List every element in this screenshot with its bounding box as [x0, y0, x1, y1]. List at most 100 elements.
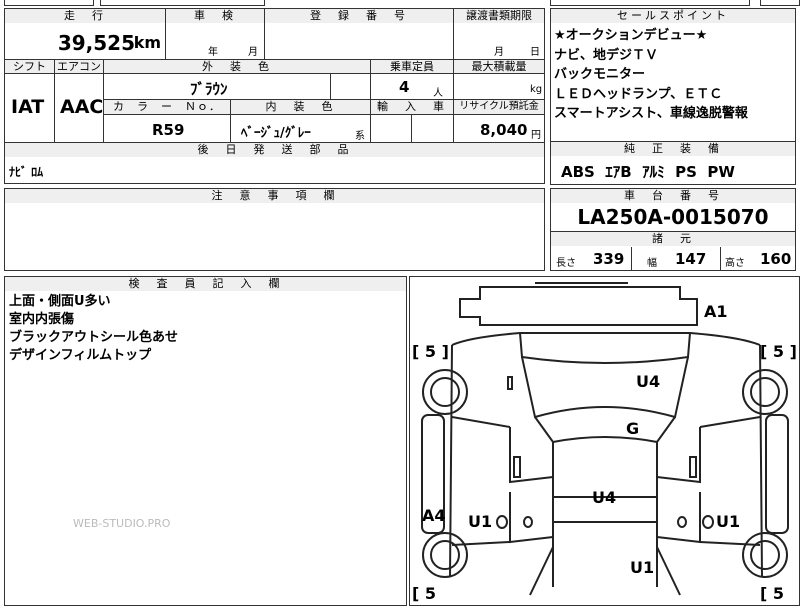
bracket-left-top: [ 5 ]: [412, 342, 449, 361]
transfer-month-label: 月: [494, 47, 504, 58]
car-diagram: [ 5 ] [ 5 ] [ 5 [ 5 A1 U4 G U4 A4 U1 U1 …: [412, 282, 797, 603]
damage-mark-a1: A1: [704, 302, 728, 321]
inspector-line: 上面・側面U多い: [9, 294, 111, 309]
top-cell-3: [550, 0, 750, 6]
inspector-line: 室内内張傷: [9, 312, 75, 327]
rear-bumper-outline: [459, 286, 698, 326]
equipment-box: 純 正 装 備 ABS ｴｱB ｱﾙﾐ PS PW: [550, 141, 796, 185]
dims-width-cell: 幅 147: [631, 247, 721, 271]
sales-point-item: バックモニター: [554, 67, 646, 82]
inspection-header: 車 検: [166, 9, 264, 23]
wheel-front-right: [742, 532, 788, 578]
notes-header: 注 意 事 項 欄: [5, 189, 544, 203]
exterior-color-extra: [330, 73, 371, 100]
later-parts-value: ﾅﾋﾞ ﾛﾑ: [9, 165, 44, 179]
damage-mark-a4: A4: [422, 506, 446, 525]
inspector-header: 検 査 員 記 入 欄: [5, 277, 406, 291]
max-load-unit: kg: [530, 84, 543, 95]
sales-point-item: ★オークションデビュー★: [554, 28, 708, 43]
aircon-header: エアコン: [54, 59, 104, 74]
transfer-header: 譲渡書類期限: [454, 9, 544, 23]
mileage-unit: km: [133, 33, 161, 52]
dims-height-cell: 高さ 160: [720, 247, 796, 271]
sales-point-item: スマートアシスト、車線逸脱警報: [554, 106, 748, 121]
chassis-box: 車 台 番 号 LA250A-0015070: [550, 188, 796, 232]
dims-header: 諸 元: [551, 232, 795, 246]
max-load-cell: kg: [453, 73, 545, 100]
notes-box: 注 意 事 項 欄: [4, 188, 545, 271]
capacity-unit: 人: [433, 88, 443, 99]
capacity-header: 乗車定員: [370, 59, 454, 74]
recycle-value: 8,040: [480, 121, 528, 139]
dims-length-value: 339: [593, 250, 625, 268]
mileage-header: 走 行: [5, 9, 165, 23]
transfer-day-label: 日: [530, 47, 540, 58]
capacity-value: 4: [399, 78, 410, 96]
dims-width-label: 幅: [647, 258, 657, 269]
inspector-box: 検 査 員 記 入 欄 上面・側面U多い 室内内張傷 ブラックアウトシール色あせ…: [4, 276, 407, 606]
wheel-front-left: [422, 532, 468, 578]
dims-height-value: 160: [760, 250, 792, 268]
inspection-cell: 車 検 年 月: [165, 8, 265, 60]
right-side-panel: [765, 414, 789, 534]
inspection-month-label: 月: [248, 47, 258, 58]
inspector-line: ブラックアウトシール色あせ: [9, 330, 179, 345]
car-diagram-box: [ 5 ] [ 5 ] [ 5 [ 5 A1 U4 G U4 A4 U1 U1 …: [409, 276, 800, 606]
max-load-header: 最大積載量: [453, 59, 545, 74]
inspection-year-label: 年: [208, 47, 218, 58]
later-parts-header: 後 日 発 送 部 品: [5, 143, 544, 157]
interior-color-cell: ﾍﾞｰｼﾞｭ/ｸﾞﾚｰ 系: [230, 114, 371, 143]
chassis-value: LA250A-0015070: [577, 205, 769, 229]
exterior-color-header: 外 装 色: [103, 59, 371, 74]
recycle-header: リサイクル預託金: [453, 99, 545, 115]
inspector-line: デザインフィルムトップ: [9, 348, 152, 363]
mileage-value: 39,525: [57, 31, 135, 55]
damage-mark-u1-left: U1: [468, 512, 492, 531]
transfer-cell: 譲渡書類期限 月 日: [453, 8, 545, 60]
damage-mark-u1-bottom: U1: [630, 558, 654, 577]
equipment-header: 純 正 装 備: [551, 142, 795, 156]
shift-value: IAT: [11, 96, 45, 118]
recycle-cell: 8,040 円: [453, 114, 545, 143]
wheel-rear-left: [422, 369, 468, 415]
damage-mark-u4-mid: U4: [592, 488, 616, 507]
damage-mark-u4-top: U4: [636, 372, 660, 391]
capacity-cell: 4 人: [370, 73, 454, 100]
equipment-value: ABS ｴｱB ｱﾙﾐ PS PW: [561, 163, 735, 181]
import-cell-a: [370, 114, 412, 143]
registration-header: 登 録 番 号: [265, 9, 453, 23]
import-cell-b: [411, 114, 454, 143]
interior-color-suffix: 系: [355, 131, 365, 142]
import-header: 輸 入 車: [370, 99, 454, 115]
damage-mark-g: G: [626, 419, 639, 438]
recycle-unit: 円: [531, 130, 541, 141]
dims-height-label: 高さ: [725, 258, 745, 269]
sales-point-item: ナビ、地デジＴＶ: [554, 47, 659, 63]
wheel-rear-right: [742, 369, 788, 415]
color-no-value: R59: [152, 121, 185, 139]
sales-point-item: ＬＥＤヘッドランプ、ＥＴＣ: [554, 86, 723, 102]
mileage-cell: 走 行 39,525 km: [4, 8, 166, 60]
dims-width-value: 147: [675, 250, 707, 268]
shift-cell: IAT: [4, 73, 55, 143]
sales-points-header: セールスポイント: [551, 9, 795, 23]
aircon-value: AAC: [60, 96, 104, 118]
shift-header: シフト: [4, 59, 55, 74]
chassis-header: 車 台 番 号: [551, 189, 795, 203]
bracket-left-bottom: [ 5: [412, 584, 436, 603]
top-cell-1: [4, 0, 94, 6]
bracket-right-bottom: [ 5: [760, 584, 784, 603]
sales-points-box: セールスポイント ★オークションデビュー★ ナビ、地デジＴＶ バックモニター Ｌ…: [550, 8, 796, 142]
interior-color-value: ﾍﾞｰｼﾞｭ/ｸﾞﾚｰ: [241, 126, 311, 141]
exterior-color-cell: ﾌﾞﾗｳﾝ: [103, 73, 331, 100]
dims-box: 諸 元 長さ 339 幅 147 高さ 160: [550, 231, 796, 271]
watermark: WEB-STUDIO.PRO: [73, 517, 171, 530]
dims-length-label: 長さ: [556, 258, 576, 269]
color-no-header: カ ラ ー Ｎｏ．: [103, 99, 231, 115]
later-parts-box: 後 日 発 送 部 品 ﾅﾋﾞ ﾛﾑ: [4, 142, 545, 184]
interior-color-header: 内 装 色: [230, 99, 371, 115]
damage-mark-u1-right: U1: [716, 512, 740, 531]
registration-cell: 登 録 番 号: [264, 8, 454, 60]
exterior-color-value: ﾌﾞﾗｳﾝ: [190, 80, 228, 98]
bracket-right-top: [ 5 ]: [760, 342, 797, 361]
